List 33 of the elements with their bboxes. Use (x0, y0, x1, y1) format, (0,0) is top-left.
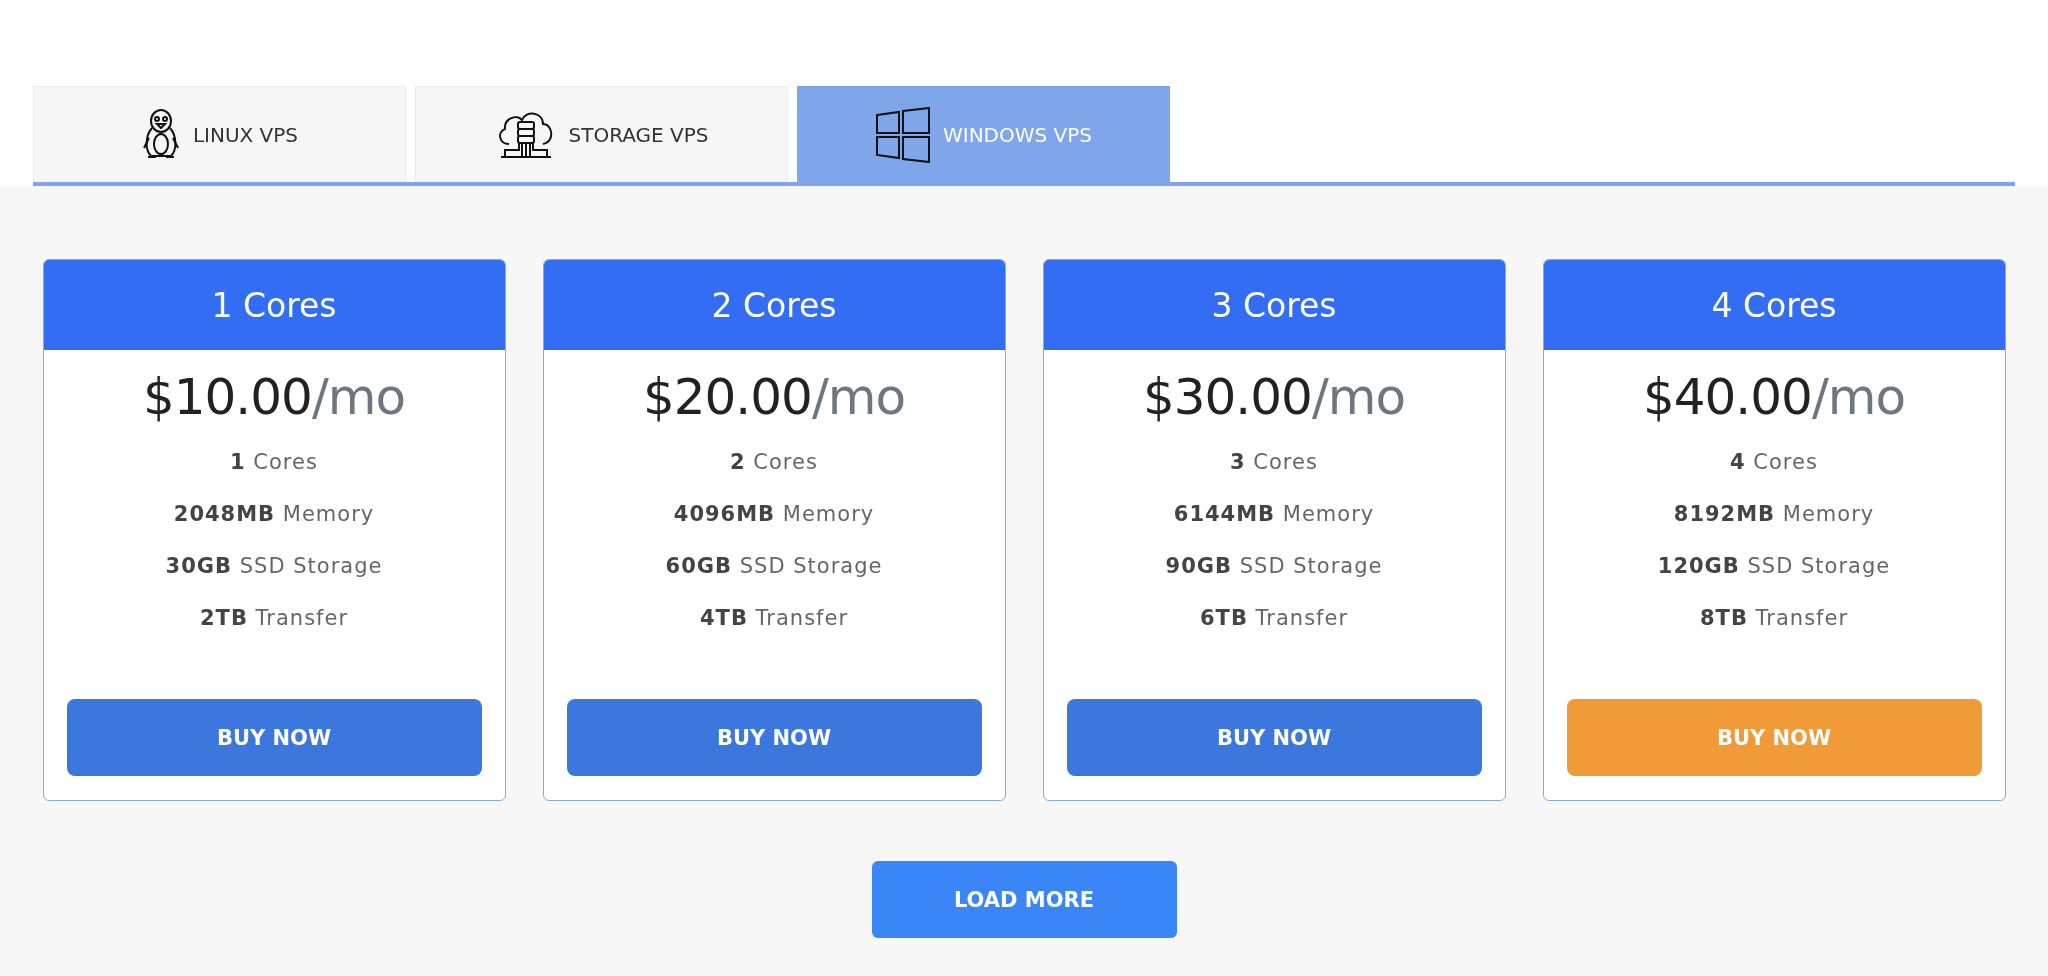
tab[interactable]: LINUX VPS (33, 86, 406, 182)
tab[interactable]: WINDOWS VPS (797, 86, 1170, 182)
plan-price: $30.00/mo (1142, 368, 1406, 426)
plan-price: $40.00/mo (1642, 368, 1906, 426)
buy-now-button[interactable]: BUY NOW (66, 699, 482, 776)
plan-feature: 2048MB Memory (173, 501, 375, 528)
plan-feature: 1 Cores (230, 449, 318, 476)
windows-icon (874, 106, 931, 163)
plan-feature: 4TB Transfer (699, 605, 849, 632)
tab[interactable]: STORAGE VPS (415, 86, 788, 182)
plan-price: $20.00/mo (642, 368, 906, 426)
buy-now-button[interactable]: BUY NOW (1566, 699, 1982, 776)
plan-feature: 4 Cores (1730, 449, 1818, 476)
plan-feature: 4096MB Memory (673, 501, 875, 528)
plan-title: 4 Cores (1543, 260, 2005, 350)
plan-feature: 120GB SSD Storage (1657, 553, 1891, 580)
load-more-button[interactable]: LOAD MORE (871, 861, 1177, 938)
plan-title: 2 Cores (543, 260, 1005, 350)
plan-feature: 60GB SSD Storage (665, 553, 883, 580)
buy-now-button[interactable]: BUY NOW (1066, 699, 1482, 776)
plan-title: 1 Cores (43, 260, 505, 350)
plan-feature: 8192MB Memory (1673, 501, 1875, 528)
plan-feature: 6TB Transfer (1199, 605, 1349, 632)
plan-title: 3 Cores (1043, 260, 1505, 350)
plan-feature: 90GB SSD Storage (1165, 553, 1383, 580)
plan-feature: 2 Cores (730, 449, 818, 476)
plan-feature: 6144MB Memory (1173, 501, 1375, 528)
buy-now-button[interactable]: BUY NOW (566, 699, 982, 776)
plan-price: $10.00/mo (142, 368, 406, 426)
plan-feature: 3 Cores (1230, 449, 1318, 476)
plan-feature: 2TB Transfer (199, 605, 349, 632)
plan-feature: 8TB Transfer (1699, 605, 1849, 632)
plan-feature: 30GB SSD Storage (165, 553, 383, 580)
